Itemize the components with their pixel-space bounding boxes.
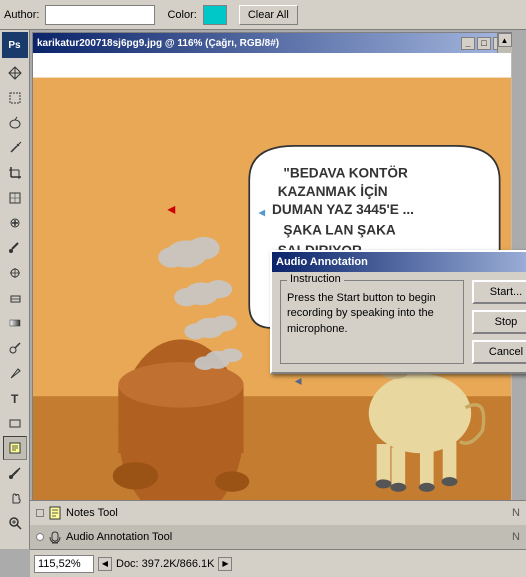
tool-radio-audio[interactable]: [36, 533, 44, 541]
nav-right[interactable]: ▶: [218, 557, 232, 571]
stop-button[interactable]: Stop: [472, 310, 526, 334]
crop-tool[interactable]: [3, 161, 27, 185]
start-button[interactable]: Start...: [472, 280, 526, 304]
left-toolbar: Ps: [0, 30, 30, 549]
audio-dialog-body: Instruction Press the Start button to be…: [272, 272, 526, 372]
audio-dialog-title: Audio Annotation: [276, 256, 368, 268]
main-area: Ps: [0, 30, 526, 549]
zoom-tool[interactable]: [3, 511, 27, 535]
clone-tool[interactable]: [3, 261, 27, 285]
magic-wand-tool[interactable]: [3, 136, 27, 160]
svg-text:DUMAN YAZ 3445'E ...: DUMAN YAZ 3445'E ...: [272, 202, 414, 217]
top-toolbar: Author: Color: Clear All: [0, 0, 526, 30]
notes-tool-label: Notes Tool: [66, 507, 508, 519]
author-label: Author:: [4, 9, 39, 21]
scroll-up[interactable]: ▲: [498, 33, 512, 47]
notes-tool-shortcut: N: [512, 507, 520, 519]
notes-icon: [48, 506, 62, 520]
author-input[interactable]: [45, 5, 155, 25]
nav-left[interactable]: ◀: [98, 557, 112, 571]
shape-tool[interactable]: [3, 411, 27, 435]
pen-tool[interactable]: [3, 361, 27, 385]
audio-annotation-dialog: Audio Annotation × Instruction Press the…: [270, 250, 526, 374]
zoom-input[interactable]: [34, 555, 94, 573]
audio-tool-label: Audio Annotation Tool: [66, 531, 508, 543]
image-titlebar: karikatur200718sj6pg9.jpg @ 116% (Çağrı,…: [33, 33, 511, 53]
maximize-button[interactable]: □: [477, 37, 491, 50]
svg-text:◂: ◂: [258, 204, 265, 219]
status-bar: ◀ Doc: 397.2K/866.1K ▶ Notes Tool N Audi…: [30, 549, 526, 577]
svg-text:◂: ◂: [167, 201, 175, 218]
type-tool[interactable]: T: [3, 386, 27, 410]
canvas-area: karikatur200718sj6pg9.jpg @ 116% (Çağrı,…: [30, 30, 526, 549]
audio-buttons: Start... Stop Cancel: [472, 280, 526, 364]
color-swatch[interactable]: [203, 5, 227, 25]
lasso-tool[interactable]: [3, 111, 27, 135]
move-tool[interactable]: [3, 61, 27, 85]
svg-text:ŞAKA LAN ŞAKA: ŞAKA LAN ŞAKA: [283, 223, 396, 238]
tool-radio-notes[interactable]: [36, 509, 44, 517]
slice-tool[interactable]: [3, 186, 27, 210]
svg-text:"BEDAVA KONTÖR: "BEDAVA KONTÖR: [283, 166, 408, 181]
clear-all-button[interactable]: Clear All: [239, 5, 298, 25]
svg-text:T: T: [11, 392, 19, 405]
instruction-text: Press the Start button to begin recordin…: [287, 291, 457, 337]
cancel-button[interactable]: Cancel: [472, 340, 526, 364]
marquee-tool[interactable]: [3, 86, 27, 110]
instruction-legend: Instruction: [287, 273, 344, 285]
tool-popup: Notes Tool N Audio Annotation Tool N: [30, 500, 526, 549]
audio-dialog-titlebar: Audio Annotation ×: [272, 252, 526, 272]
eraser-tool[interactable]: [3, 286, 27, 310]
minimize-button[interactable]: _: [461, 37, 475, 50]
doc-info: Doc: 397.2K/866.1K: [116, 558, 214, 570]
heal-tool[interactable]: [3, 211, 27, 235]
audio-tool-shortcut: N: [512, 531, 520, 543]
svg-text:◂: ◂: [295, 373, 302, 388]
audio-icon: [48, 530, 62, 544]
gradient-tool[interactable]: [3, 311, 27, 335]
image-title: karikatur200718sj6pg9.jpg @ 116% (Çağrı,…: [37, 38, 279, 49]
audio-tool-item[interactable]: Audio Annotation Tool N: [30, 525, 526, 549]
notes-tool-item[interactable]: Notes Tool N: [30, 501, 526, 525]
instruction-group: Instruction Press the Start button to be…: [280, 280, 464, 364]
color-label: Color:: [167, 9, 196, 21]
notes-tool[interactable]: [3, 436, 27, 460]
brush-tool[interactable]: [3, 236, 27, 260]
eyedropper-tool[interactable]: [3, 461, 27, 485]
svg-text:KAZANMAK İÇİN: KAZANMAK İÇİN: [278, 184, 388, 199]
dodge-tool[interactable]: [3, 336, 27, 360]
photoshop-logo: Ps: [2, 32, 28, 58]
hand-tool[interactable]: [3, 486, 27, 510]
